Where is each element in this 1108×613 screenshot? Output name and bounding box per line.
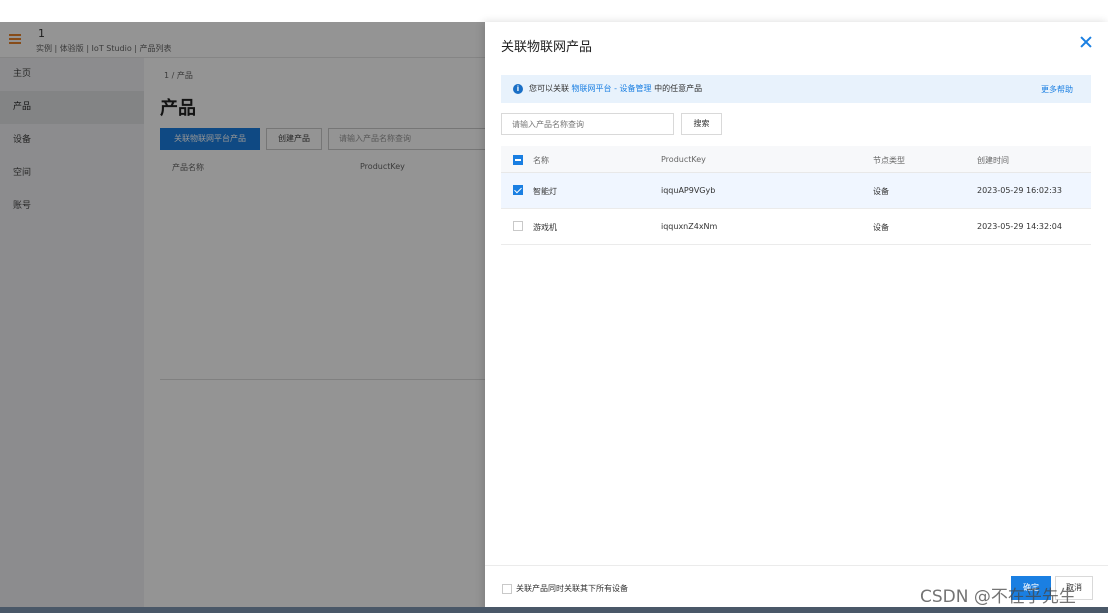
link-product-drawer: 关联物联网产品 i 您可以关联 物联网平台 - 设备管理 中的任意产品 更多帮助… — [485, 22, 1108, 613]
info-notice: i 您可以关联 物联网平台 - 设备管理 中的任意产品 更多帮助 — [501, 75, 1091, 103]
row-checkbox[interactable] — [513, 185, 523, 195]
product-table: 名称 ProductKey 节点类型 创建时间 智能灯 iqquAP9VGyb … — [501, 146, 1091, 245]
product-search-input[interactable] — [501, 113, 674, 135]
row-created-time: 2023-05-29 14:32:04 — [977, 222, 1062, 231]
drawer-title: 关联物联网产品 — [501, 40, 593, 55]
table-row[interactable]: 游戏机 iqquxnZ4xNm 设备 2023-05-29 14:32:04 — [501, 209, 1091, 245]
row-created-time: 2023-05-29 16:02:33 — [977, 186, 1062, 195]
row-name: 智能灯 — [533, 187, 557, 196]
notice-suffix: 中的任意产品 — [654, 84, 703, 93]
table-header-row: 名称 ProductKey 节点类型 创建时间 — [501, 146, 1091, 173]
more-help-link[interactable]: 更多帮助 — [1041, 84, 1073, 95]
column-node-type: 节点类型 — [873, 156, 905, 165]
row-name: 游戏机 — [533, 223, 557, 232]
notice-prefix: 您可以关联 — [529, 84, 569, 93]
select-all-checkbox[interactable] — [513, 155, 523, 165]
close-icon[interactable] — [1079, 35, 1093, 49]
link-all-devices-label: 关联产品同时关联其下所有设备 — [516, 584, 628, 593]
row-productkey: iqquxnZ4xNm — [661, 222, 718, 231]
row-checkbox[interactable] — [513, 221, 523, 231]
row-node-type: 设备 — [873, 187, 889, 196]
watermark: CSDN @不在乎先生 — [920, 587, 1076, 607]
column-productkey: ProductKey — [661, 155, 706, 164]
table-row[interactable]: 智能灯 iqquAP9VGyb 设备 2023-05-29 16:02:33 — [501, 173, 1091, 209]
column-created-time: 创建时间 — [977, 156, 1009, 165]
info-icon: i — [513, 84, 523, 94]
row-node-type: 设备 — [873, 223, 889, 232]
column-name: 名称 — [533, 156, 549, 165]
link-all-devices-checkbox[interactable] — [502, 584, 512, 594]
taskbar-strip — [0, 607, 1108, 613]
iot-platform-link[interactable]: 物联网平台 - 设备管理 — [572, 84, 652, 93]
notice-text: 您可以关联 物联网平台 - 设备管理 中的任意产品 — [529, 83, 702, 94]
search-button[interactable]: 搜索 — [681, 113, 722, 135]
row-productkey: iqquAP9VGyb — [661, 186, 716, 195]
